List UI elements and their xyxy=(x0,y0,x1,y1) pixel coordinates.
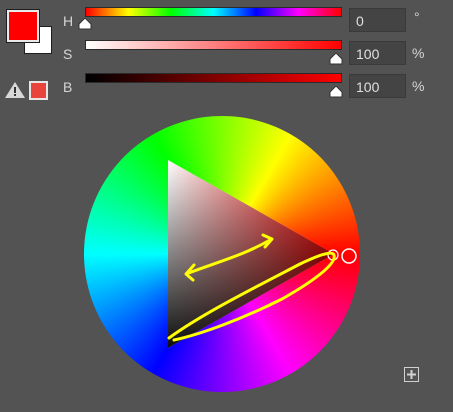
brightness-input[interactable]: 100 xyxy=(349,74,406,98)
hue-input[interactable]: 0 xyxy=(349,8,406,32)
foreground-color-swatch[interactable] xyxy=(6,9,40,43)
hue-slider-thumb[interactable] xyxy=(78,18,92,30)
plus-square-icon[interactable] xyxy=(404,367,419,382)
warning-triangle-icon[interactable] xyxy=(5,82,25,98)
saturation-slider-track[interactable] xyxy=(85,40,342,50)
saturation-unit: % xyxy=(412,45,425,61)
gamut-warning-swatch[interactable] xyxy=(29,81,48,100)
saturation-input[interactable]: 100 xyxy=(349,41,406,65)
hue-slider-track[interactable] xyxy=(85,7,342,17)
saturation-slider-thumb[interactable] xyxy=(329,53,343,65)
hue-wheel[interactable] xyxy=(82,114,362,394)
hue-label: H xyxy=(63,13,74,29)
hue-unit: ° xyxy=(414,9,420,25)
brightness-label: B xyxy=(63,79,73,95)
brightness-slider-track[interactable] xyxy=(85,73,342,83)
saturation-label: S xyxy=(63,46,73,62)
brightness-slider-thumb[interactable] xyxy=(329,86,343,98)
brightness-unit: % xyxy=(412,78,425,94)
